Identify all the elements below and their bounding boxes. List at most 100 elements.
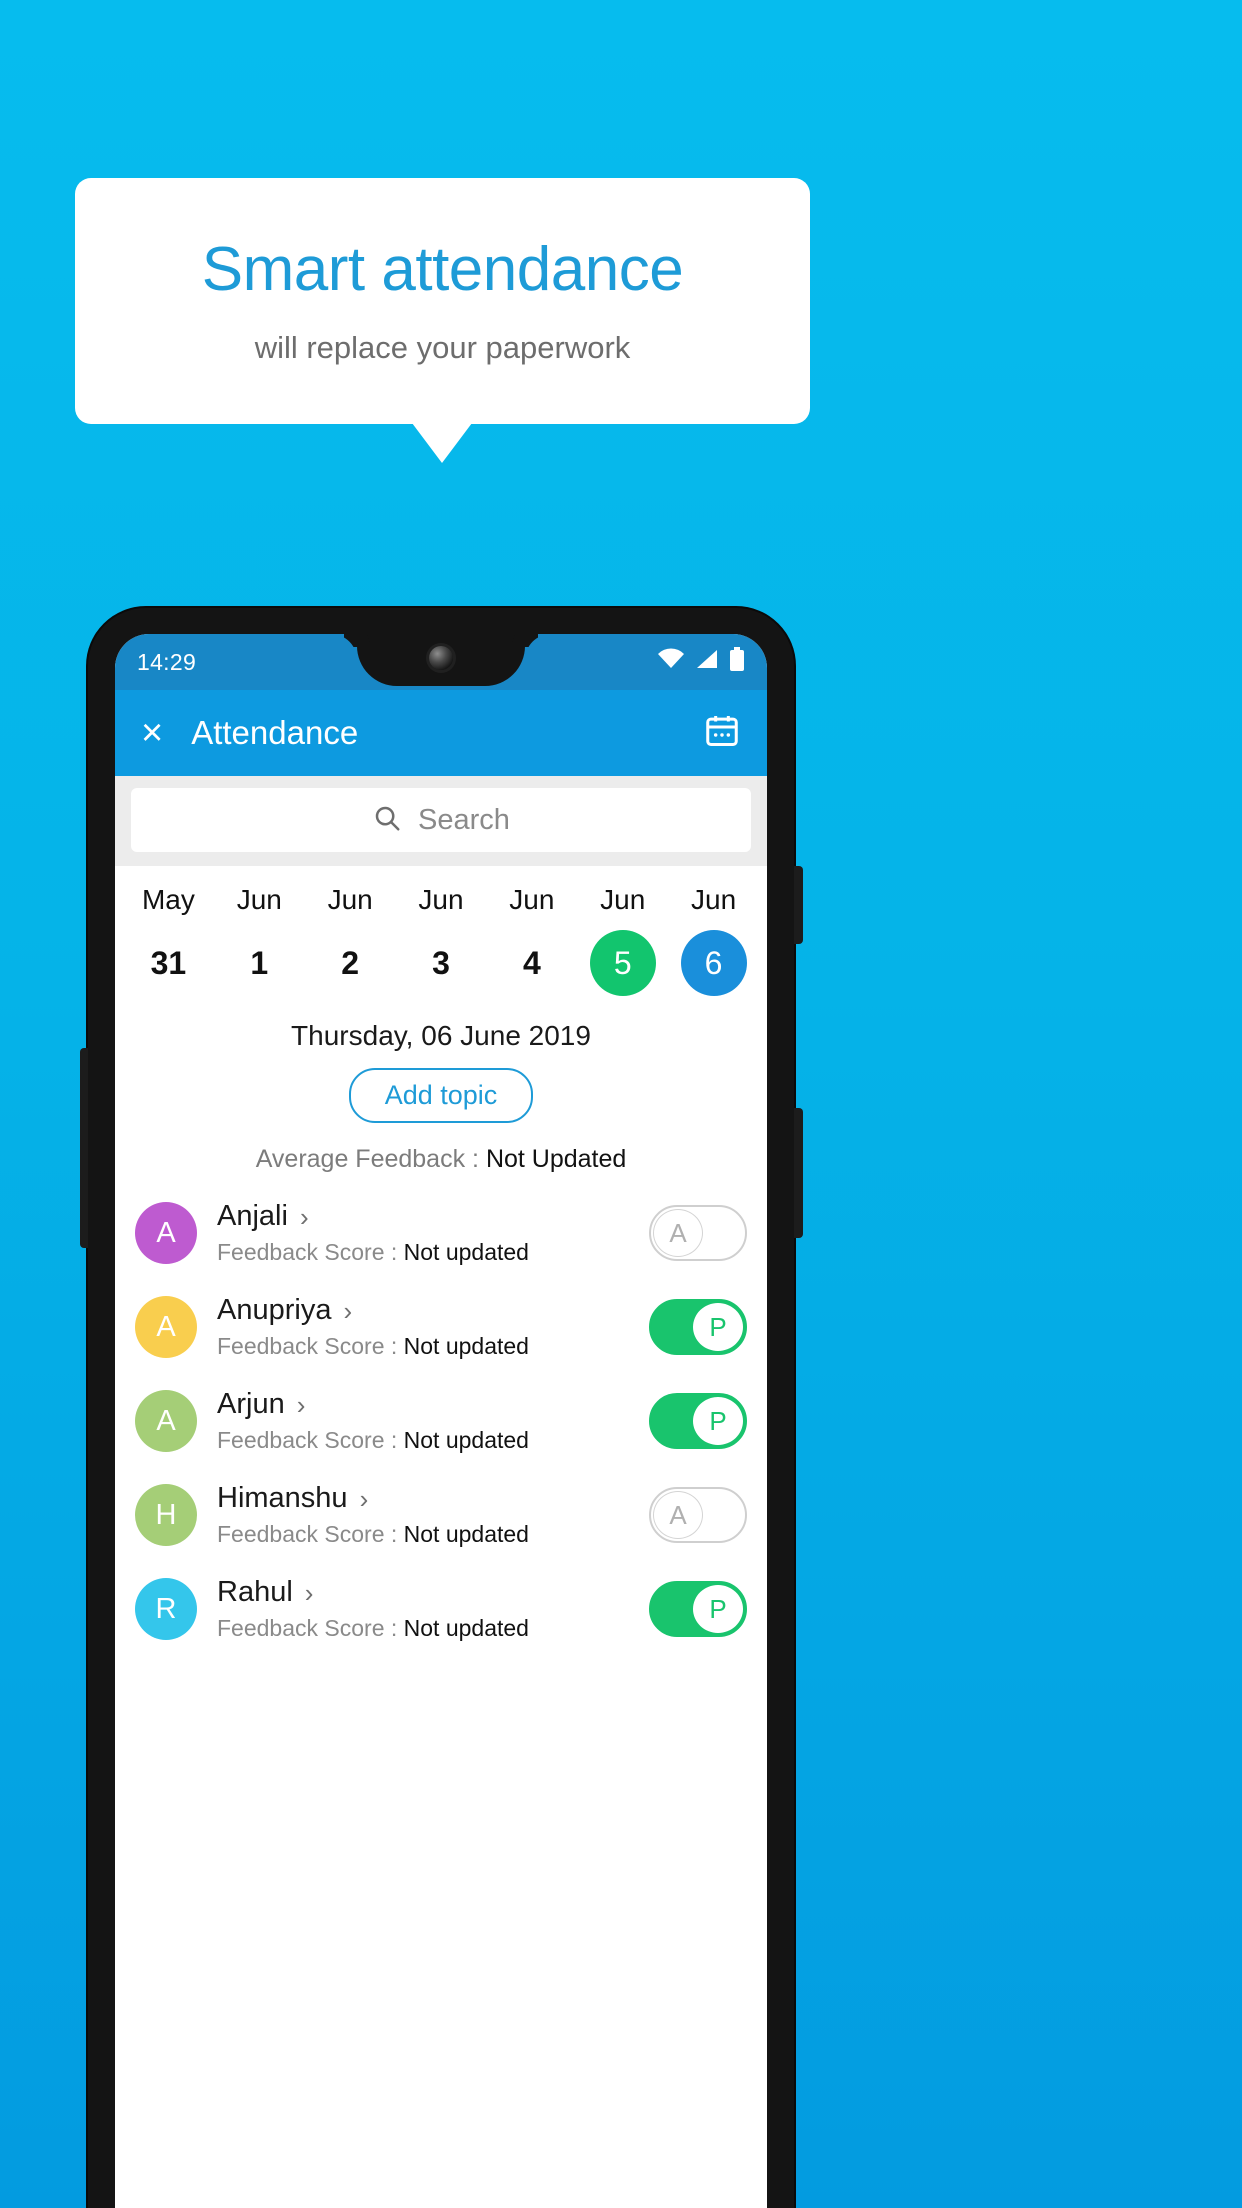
date-cell[interactable]: Jun 5 <box>577 884 668 996</box>
chevron-right-icon[interactable]: › <box>300 1204 309 1230</box>
date-cell[interactable]: Jun 1 <box>214 884 305 996</box>
date-cell[interactable]: Jun 6 <box>668 884 759 996</box>
student-score: Feedback Score : Not updated <box>217 1427 629 1454</box>
date-month: Jun <box>600 884 646 915</box>
avatar: A <box>135 1390 197 1452</box>
student-score-value: Not updated <box>403 1521 529 1547</box>
student-score: Feedback Score : Not updated <box>217 1521 629 1548</box>
average-feedback-value: Not Updated <box>485 1145 627 1173</box>
student-name: Anjali <box>217 1200 288 1232</box>
date-number[interactable]: 4 <box>499 930 565 996</box>
avatar: A <box>135 1202 197 1264</box>
search-icon <box>372 803 402 838</box>
date-number[interactable]: 31 <box>135 930 201 996</box>
date-number[interactable]: 6 <box>680 930 747 996</box>
student-name: Rahul <box>217 1576 293 1608</box>
promo-card: Smart attendance will replace your paper… <box>75 178 810 424</box>
date-month: Jun <box>691 884 737 915</box>
date-number[interactable]: 1 <box>226 930 292 996</box>
student-score-label: Feedback Score : <box>217 1427 404 1453</box>
front-camera <box>429 646 453 670</box>
chevron-right-icon[interactable]: › <box>297 1392 306 1418</box>
date-number[interactable]: 2 <box>317 930 383 996</box>
attendance-toggle-knob: A <box>653 1491 703 1539</box>
avatar: H <box>135 1484 197 1546</box>
chevron-right-icon[interactable]: › <box>360 1486 369 1512</box>
student-info: Anjali › Feedback Score : Not updated <box>217 1200 629 1266</box>
phone-power-button <box>794 1108 803 1238</box>
date-month: Jun <box>327 884 373 915</box>
student-score-label: Feedback Score : <box>217 1333 404 1359</box>
attendance-toggle-knob: P <box>693 1585 743 1633</box>
signal-icon <box>695 648 719 676</box>
student-score-label: Feedback Score : <box>217 1239 404 1265</box>
attendance-toggle-knob: P <box>693 1397 743 1445</box>
date-month: Jun <box>509 884 555 915</box>
page-title: Attendance <box>191 714 359 751</box>
date-number[interactable]: 3 <box>408 930 474 996</box>
status-icons <box>657 647 745 677</box>
student-row[interactable]: A Arjun › Feedback Score : Not updated P <box>115 1374 767 1468</box>
promo-bubble-tail <box>412 423 472 463</box>
phone-device: 14:29 × Attendance Search May 31 Jun 1 J… <box>80 608 803 2208</box>
student-row[interactable]: H Himanshu › Feedback Score : Not updated A <box>115 1468 767 1562</box>
attendance-toggle[interactable]: P <box>649 1299 747 1355</box>
wifi-icon <box>657 648 685 676</box>
attendance-toggle-knob: A <box>653 1209 703 1257</box>
chevron-right-icon[interactable]: › <box>305 1580 314 1606</box>
student-row[interactable]: R Rahul › Feedback Score : Not updated P <box>115 1562 767 1656</box>
student-name-row[interactable]: Arjun › <box>217 1388 629 1421</box>
date-month: Jun <box>236 884 282 915</box>
status-time: 14:29 <box>137 648 197 675</box>
student-score: Feedback Score : Not updated <box>217 1239 629 1266</box>
phone-notch <box>357 634 525 686</box>
date-number[interactable]: 5 <box>589 930 656 996</box>
attendance-toggle[interactable]: A <box>649 1487 747 1543</box>
promo-subtitle: will replace your paperwork <box>254 330 631 366</box>
avatar: R <box>135 1578 197 1640</box>
day-heading: Thursday, 06 June 2019 <box>291 1020 591 1051</box>
phone-left-button <box>80 1048 88 1248</box>
close-icon[interactable]: × <box>141 714 163 752</box>
student-score-label: Feedback Score : <box>217 1521 404 1547</box>
battery-icon <box>729 647 745 677</box>
student-score-label: Feedback Score : <box>217 1615 404 1641</box>
search-input[interactable]: Search <box>131 788 751 852</box>
attendance-toggle-knob: P <box>693 1303 743 1351</box>
avatar: A <box>135 1296 197 1358</box>
student-name-row[interactable]: Anjali › <box>217 1200 629 1233</box>
student-score: Feedback Score : Not updated <box>217 1333 629 1360</box>
add-topic-container: Add topic <box>115 1068 767 1123</box>
student-info: Anupriya › Feedback Score : Not updated <box>217 1294 629 1360</box>
student-row[interactable]: A Anupriya › Feedback Score : Not updated P <box>115 1280 767 1374</box>
student-row[interactable]: A Anjali › Feedback Score : Not updated A <box>115 1186 767 1280</box>
student-list: A Anjali › Feedback Score : Not updated A A An… <box>115 1186 767 1656</box>
average-feedback-label: Average Feedback : <box>255 1145 486 1173</box>
add-topic-button[interactable]: Add topic <box>348 1068 534 1123</box>
student-info: Arjun › Feedback Score : Not updated <box>217 1388 629 1454</box>
date-cell[interactable]: Jun 4 <box>486 884 577 996</box>
student-name: Anupriya <box>217 1294 332 1326</box>
student-score-value: Not updated <box>403 1615 529 1641</box>
student-name: Arjun <box>217 1388 285 1420</box>
student-score: Feedback Score : Not updated <box>217 1615 629 1642</box>
student-score-value: Not updated <box>403 1427 529 1453</box>
date-cell[interactable]: Jun 2 <box>305 884 396 996</box>
date-cell[interactable]: May 31 <box>123 884 214 996</box>
student-name: Himanshu <box>217 1482 348 1514</box>
student-name-row[interactable]: Himanshu › <box>217 1482 629 1515</box>
student-name-row[interactable]: Anupriya › <box>217 1294 629 1327</box>
date-month: Jun <box>418 884 464 915</box>
attendance-toggle[interactable]: P <box>649 1581 747 1637</box>
chevron-right-icon[interactable]: › <box>343 1298 352 1324</box>
student-info: Rahul › Feedback Score : Not updated <box>217 1576 629 1642</box>
phone-volume-button <box>794 866 803 944</box>
calendar-icon[interactable] <box>703 712 741 755</box>
attendance-toggle[interactable]: P <box>649 1393 747 1449</box>
student-name-row[interactable]: Rahul › <box>217 1576 629 1609</box>
date-strip[interactable]: May 31 Jun 1 Jun 2 Jun 3 Jun 4 Jun 5 Jun 6 <box>115 866 767 1004</box>
promo-title: Smart attendance <box>201 234 684 304</box>
attendance-toggle[interactable]: A <box>649 1205 747 1261</box>
date-cell[interactable]: Jun 3 <box>396 884 487 996</box>
search-container: Search <box>115 776 767 866</box>
